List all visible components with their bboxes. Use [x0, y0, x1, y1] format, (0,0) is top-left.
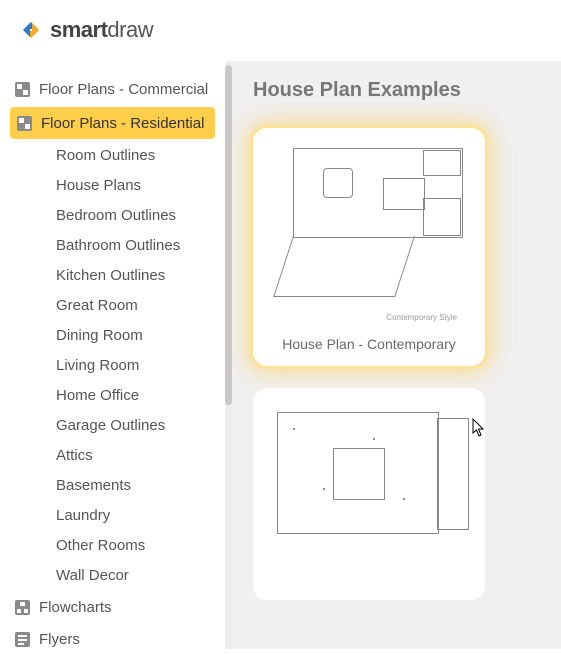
sidebar-sub-laundry[interactable]: Laundry — [0, 501, 225, 531]
sidebar-item-label: Floor Plans - Commercial — [39, 81, 208, 98]
sidebar-item-flowcharts[interactable]: Flowcharts — [0, 591, 225, 623]
scrollbar[interactable] — [225, 61, 232, 649]
template-card-label: House Plan - Contemporary — [263, 336, 475, 352]
sidebar-sub-garage-outlines[interactable]: Garage Outlines — [0, 411, 225, 441]
sidebar-sub-bedroom-outlines[interactable]: Bedroom Outlines — [0, 201, 225, 231]
template-card-second[interactable] — [253, 388, 485, 600]
sidebar-sub-bathroom-outlines[interactable]: Bathroom Outlines — [0, 231, 225, 261]
sidebar-sub-kitchen-outlines[interactable]: Kitchen Outlines — [0, 261, 225, 291]
template-thumbnail: Contemporary Style — [263, 138, 475, 328]
sidebar-sub-basements[interactable]: Basements — [0, 471, 225, 501]
sidebar-item-floor-plans-commercial[interactable]: Floor Plans - Commercial — [0, 73, 225, 105]
content-panel: House Plan Examples Contemporary Style H… — [225, 61, 561, 649]
flowchart-icon — [14, 599, 31, 616]
template-card-contemporary[interactable]: Contemporary Style House Plan - Contempo… — [253, 128, 485, 366]
sidebar-sub-room-outlines[interactable]: Room Outlines — [0, 141, 225, 171]
floorplan-icon — [16, 115, 33, 132]
sidebar-sub-living-room[interactable]: Living Room — [0, 351, 225, 381]
sidebar-sub-attics[interactable]: Attics — [0, 441, 225, 471]
floorplan-icon — [14, 81, 31, 98]
sidebar-sub-dining-room[interactable]: Dining Room — [0, 321, 225, 351]
logo-text-bold: smart — [50, 17, 107, 42]
sidebar-sub-home-office[interactable]: Home Office — [0, 381, 225, 411]
sidebar-sub-other-rooms[interactable]: Other Rooms — [0, 531, 225, 561]
logo-text-rest: draw — [107, 17, 153, 42]
logo-icon — [18, 17, 44, 43]
sidebar-item-flyers[interactable]: Flyers — [0, 623, 225, 655]
sidebar-item-label: Floor Plans - Residential — [41, 115, 204, 132]
sidebar-sub-wall-decor[interactable]: Wall Decor — [0, 561, 225, 591]
app-header: smartdraw — [0, 0, 561, 61]
sidebar-sub-great-room[interactable]: Great Room — [0, 291, 225, 321]
sidebar-item-label: Flyers — [39, 631, 80, 648]
sidebar-item-label: Flowcharts — [39, 599, 112, 616]
logo-text: smartdraw — [50, 17, 153, 43]
sidebar: Floor Plans - Commercial Floor Plans - R… — [0, 61, 225, 649]
sidebar-sub-house-plans[interactable]: House Plans — [0, 171, 225, 201]
thumbnail-caption: Contemporary Style — [386, 313, 457, 322]
page-title: House Plan Examples — [253, 79, 561, 102]
sidebar-item-floor-plans-residential[interactable]: Floor Plans - Residential — [10, 107, 215, 139]
flyers-icon — [14, 631, 31, 648]
template-thumbnail — [263, 398, 475, 578]
